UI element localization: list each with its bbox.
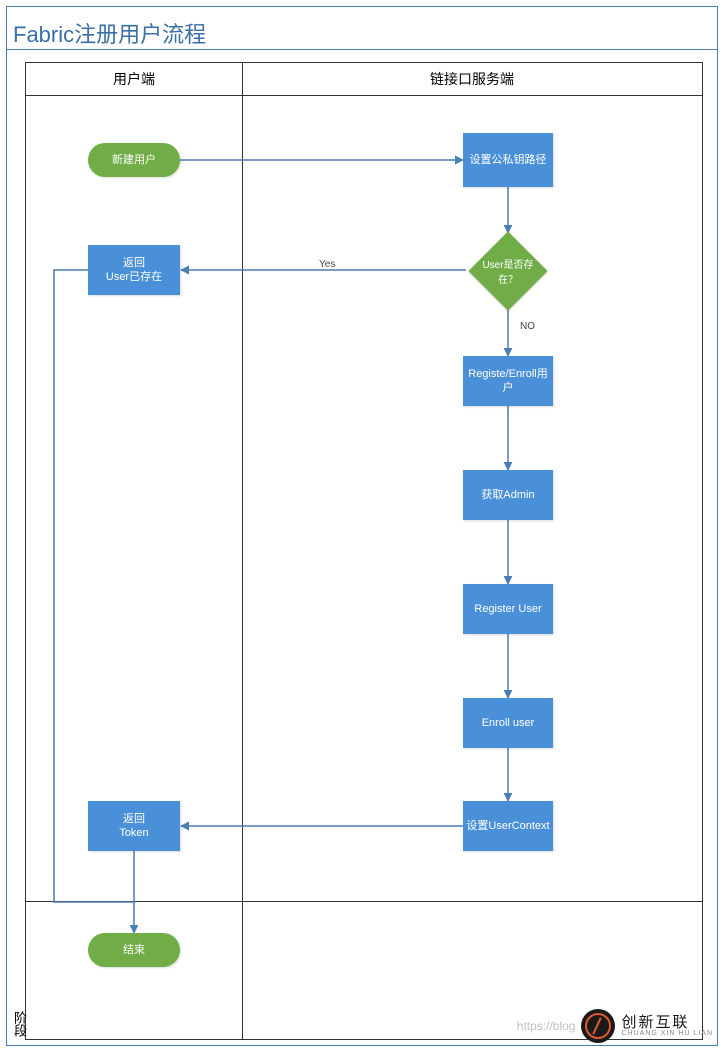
node-enroll-label: Registe/Enroll用户 [463,367,553,396]
node-get-admin-label: 获取Admin [481,488,534,502]
node-get-admin: 获取Admin [463,470,553,520]
swimlane-container: 用户端 链接口服务端 [25,62,703,1040]
node-set-context: 设置UserContext [463,801,553,851]
connectors [26,95,702,1039]
watermark-url: https://blog [517,1019,576,1033]
node-enroll-user: Enroll user [463,698,553,748]
diagram-title: Fabric注册用户流程 [13,17,206,49]
node-set-key-path: 设置公私钥路径 [463,133,553,187]
lane-header-server: 链接口服务端 [242,63,702,95]
node-decision: User是否存在？ [480,243,536,299]
node-register-user-label: Register User [474,602,541,616]
watermark-brand: 创新互联 [621,1015,713,1030]
title-divider [7,49,717,50]
node-user-exists-l2: User已存在 [106,270,162,284]
lane-header-client: 用户端 [26,63,243,95]
node-start-label: 新建用户 [112,153,156,167]
node-user-exists-l1: 返回 [123,256,145,270]
node-end: 结束 [88,933,180,967]
node-enroll: Registe/Enroll用户 [463,356,553,406]
watermark-brand-py: CHUANG XIN HU LIAN [621,1030,713,1037]
diagram-frame: Fabric注册用户流程 用户端 链接口服务端 [6,6,718,1046]
edge-label-no: NO [520,321,535,332]
node-enroll-user-label: Enroll user [482,716,535,730]
swimlane-body: 新建用户 设置公私钥路径 User是否存在？ 返回 User已存在 Regist… [26,95,702,1039]
node-register-user: Register User [463,584,553,634]
node-set-key-path-label: 设置公私钥路径 [470,153,547,167]
node-return-token-l1: 返回 [123,812,145,826]
watermark-text: 创新互联 CHUANG XIN HU LIAN [621,1015,713,1037]
edge-label-yes: Yes [319,259,335,270]
node-set-context-label: 设置UserContext [466,819,549,833]
watermark-logo-icon [581,1009,615,1043]
swimlane-header: 用户端 链接口服务端 [26,63,702,96]
node-return-token-l2: Token [119,826,148,840]
node-user-exists: 返回 User已存在 [88,245,180,295]
node-end-label: 结束 [123,943,145,957]
node-return-token: 返回 Token [88,801,180,851]
node-decision-label: User是否存在？ [480,256,536,286]
node-start: 新建用户 [88,143,180,177]
phase-label: 阶段 [10,1011,29,1037]
watermark: https://blog 创新互联 CHUANG XIN HU LIAN [517,1009,713,1043]
